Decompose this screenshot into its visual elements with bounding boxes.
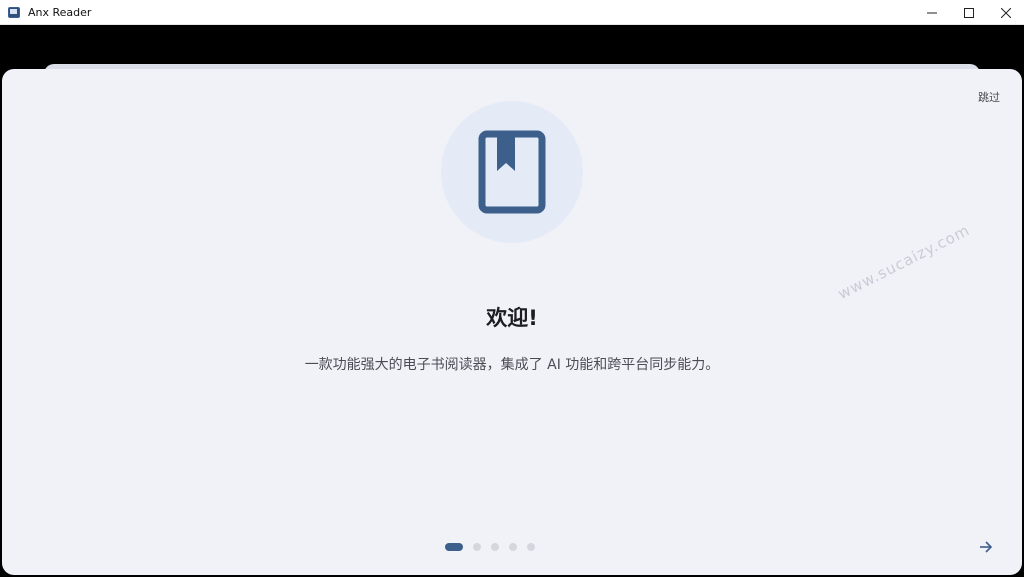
maximize-button[interactable] (950, 0, 987, 25)
app-content: 跳过 欢迎! 一款功能强大的电子书阅读器，集成了 AI 功能和跨平台同步能力。 … (0, 25, 1024, 577)
title-bar: Anx Reader (0, 0, 1024, 25)
book-bookmark-icon (478, 130, 546, 214)
next-button[interactable] (976, 537, 996, 557)
page-dot[interactable] (527, 543, 535, 551)
page-dot[interactable] (509, 543, 517, 551)
page-dot[interactable] (491, 543, 499, 551)
app-icon (8, 6, 20, 18)
hero-icon-circle (441, 101, 583, 243)
window-controls (913, 0, 1024, 25)
minimize-button[interactable] (913, 0, 950, 25)
welcome-title: 欢迎! (486, 306, 538, 330)
page-indicator (445, 543, 535, 551)
skip-button[interactable]: 跳过 (978, 89, 1000, 105)
minimize-icon (926, 12, 937, 13)
onboarding-sheet: 跳过 欢迎! 一款功能强大的电子书阅读器，集成了 AI 功能和跨平台同步能力。 (2, 69, 1022, 575)
welcome-description: 一款功能强大的电子书阅读器，集成了 AI 功能和跨平台同步能力。 (304, 357, 720, 373)
close-icon (1000, 7, 1011, 18)
window-title: Anx Reader (28, 5, 92, 19)
page-dot-active[interactable] (445, 543, 463, 551)
arrow-right-icon (980, 541, 993, 553)
page-dot[interactable] (473, 543, 481, 551)
close-button[interactable] (987, 0, 1024, 25)
maximize-icon (963, 7, 974, 18)
